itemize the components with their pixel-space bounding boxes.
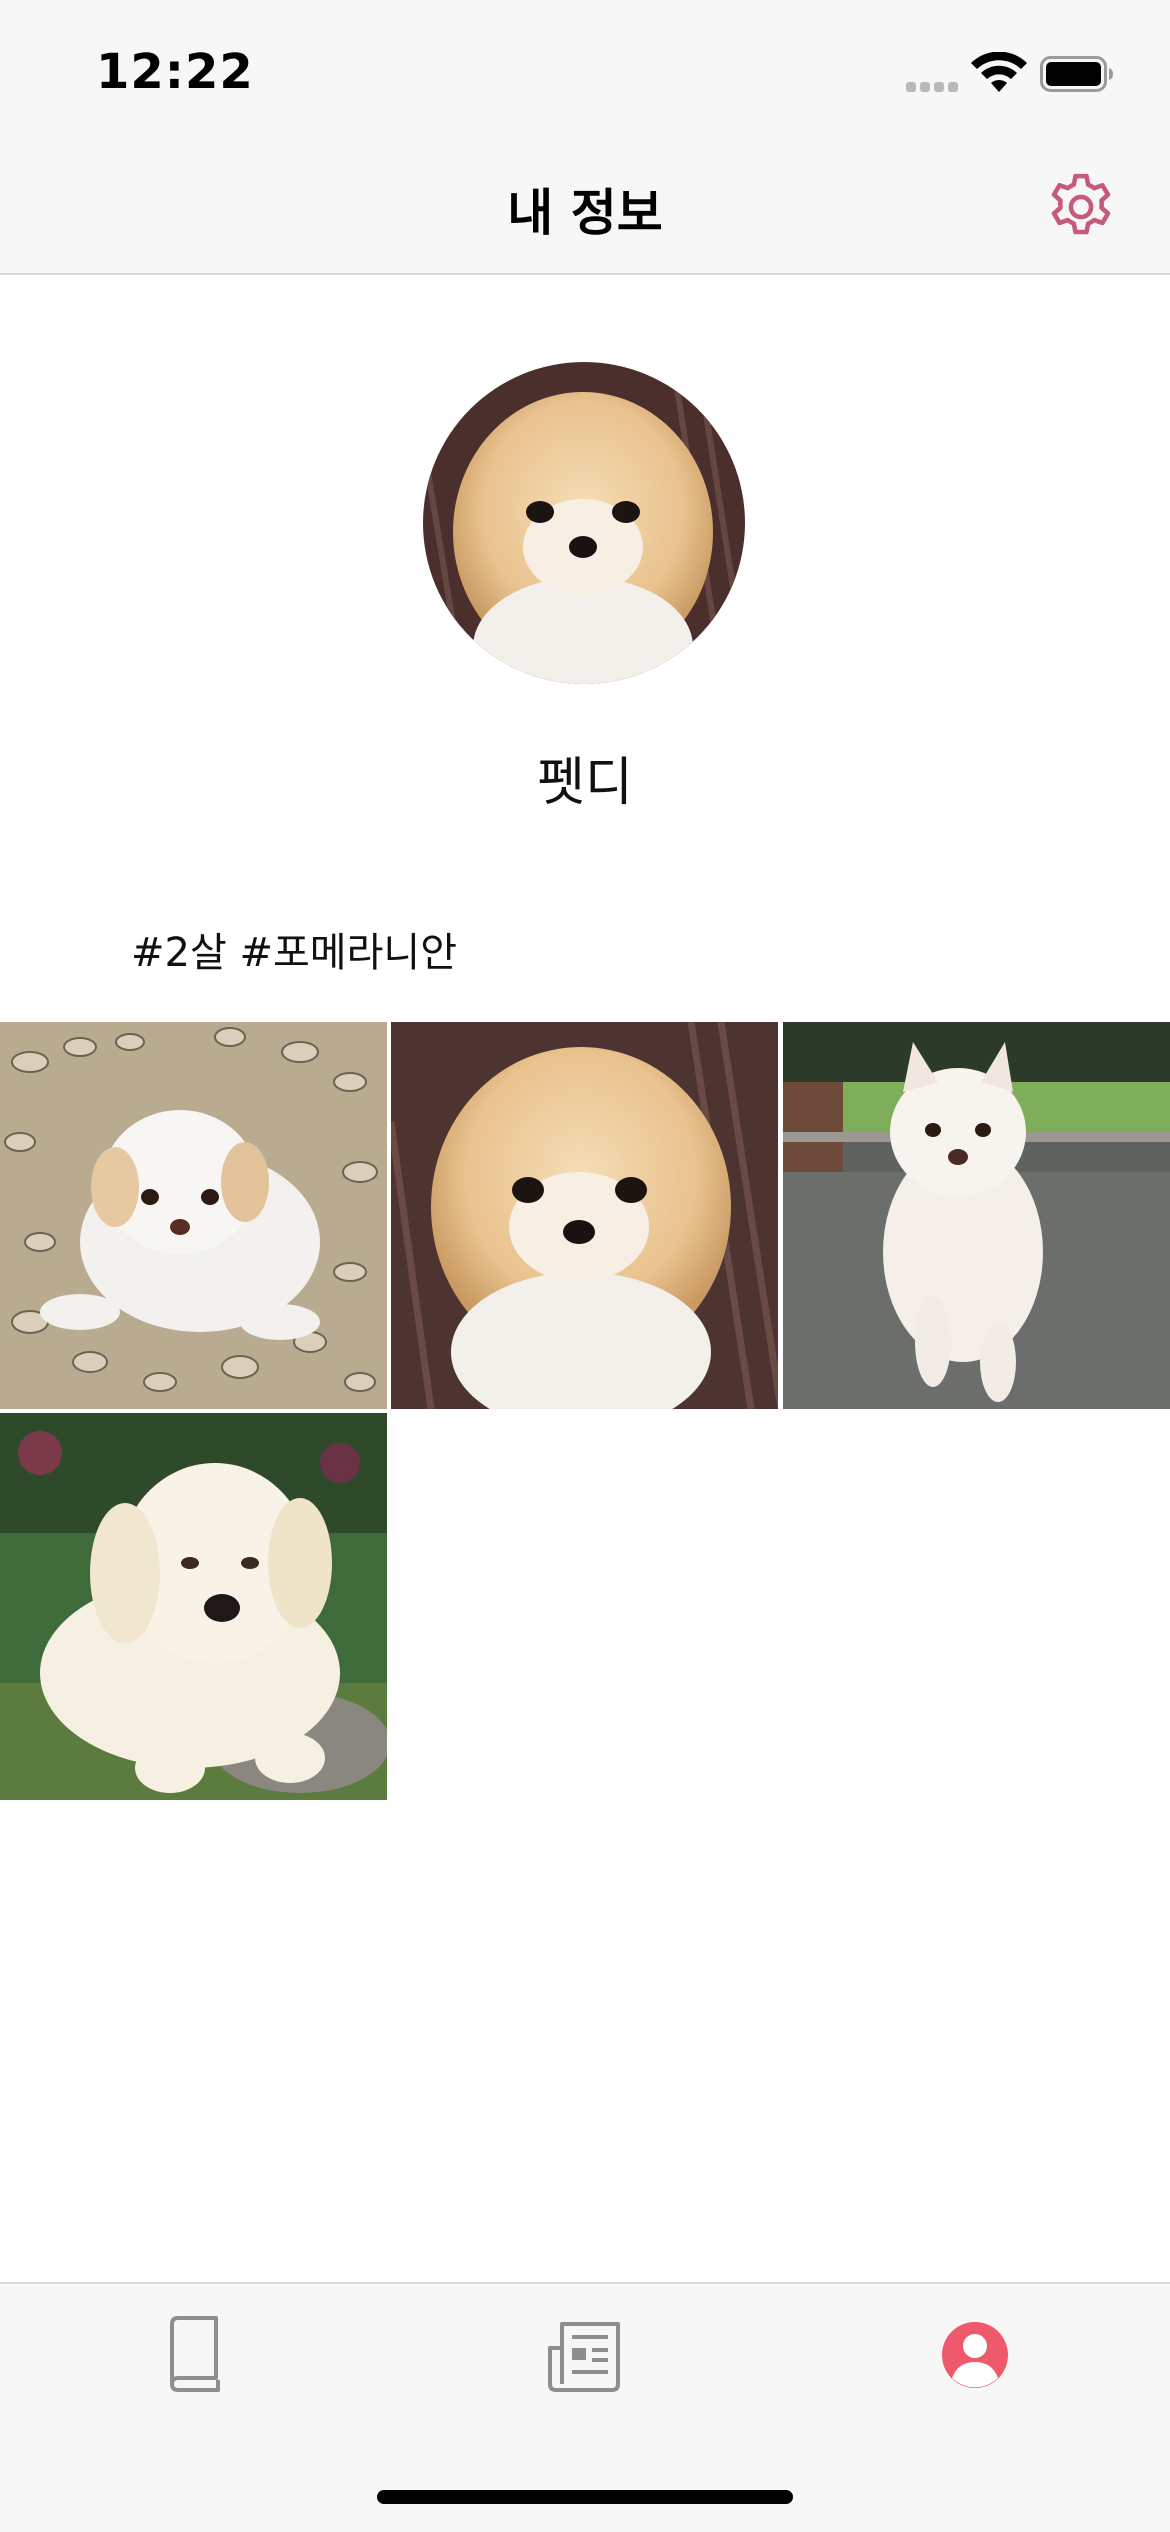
- white-puppy-on-gravel-photo: [0, 1022, 387, 1409]
- golden-retriever-puppy-on-grass-photo: [0, 1413, 387, 1800]
- my-info-screen: 12:22 내 정보 펫디 #2살 #포메라니안: [0, 0, 1170, 2532]
- photo-tile-4[interactable]: [0, 1413, 387, 1800]
- profile-tags: #2살 #포메라니안: [131, 930, 457, 976]
- profile-name: 펫디: [537, 753, 633, 813]
- newspaper-icon[interactable]: [540, 2310, 630, 2400]
- status-time: 12:22: [96, 44, 254, 100]
- wifi-icon: [971, 52, 1027, 92]
- white-samoyed-puppy-running-photo: [783, 1022, 1170, 1409]
- profile-avatar[interactable]: [423, 362, 745, 684]
- profile-icon[interactable]: [930, 2310, 1020, 2400]
- page-title: 내 정보: [507, 184, 663, 242]
- battery-icon: [1040, 56, 1113, 92]
- pomeranian-photo: [423, 362, 745, 684]
- photo-tile-2[interactable]: [391, 1022, 778, 1409]
- cellular-signal-icon: [906, 82, 958, 92]
- photo-tile-1[interactable]: [0, 1022, 387, 1409]
- settings-gear-icon[interactable]: [1042, 168, 1120, 246]
- pomeranian-photo: [391, 1022, 778, 1409]
- book-icon[interactable]: [150, 2310, 240, 2400]
- home-indicator: [377, 2490, 793, 2504]
- status-bar: 12:22: [0, 0, 1170, 140]
- photo-tile-3[interactable]: [783, 1022, 1170, 1409]
- navigation-bar: 내 정보: [0, 140, 1170, 275]
